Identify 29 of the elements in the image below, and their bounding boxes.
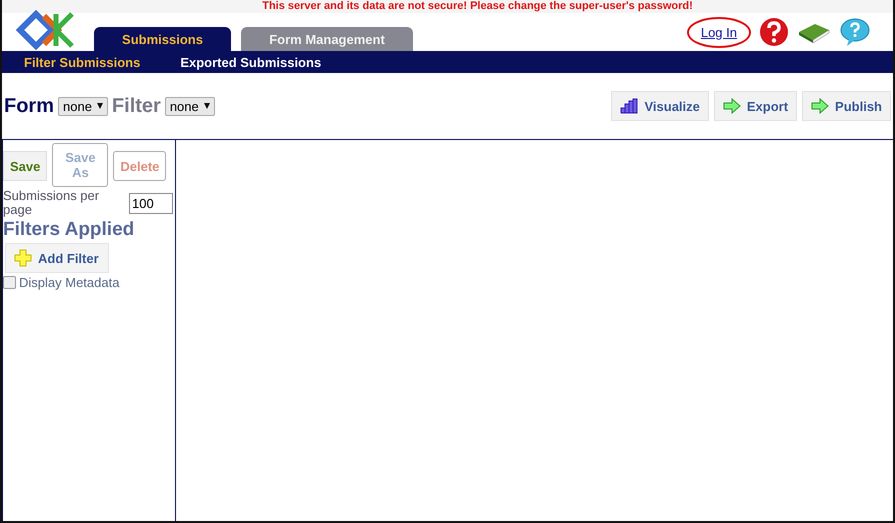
arrow-right-icon [722, 98, 741, 114]
checkbox[interactable] [3, 276, 16, 289]
speech-bubble-help-icon[interactable] [839, 17, 871, 47]
arrow-right-icon [811, 98, 830, 114]
bar-chart-icon [620, 98, 638, 114]
add-filter-button[interactable]: Add Filter [5, 243, 109, 273]
plus-icon [14, 249, 32, 267]
per-page-field[interactable]: 100 [129, 192, 173, 214]
filter-label: Filter [112, 94, 161, 118]
filters-heading: Filters Applied [3, 219, 136, 241]
action-button[interactable]: Visualize [611, 91, 709, 121]
display-metadata-label: Display Metadata [19, 275, 120, 290]
warning-message: This server and its data are not secure! Please change the super-user's password! [2, 0, 893, 13]
tab[interactable]: Submissions [94, 27, 231, 51]
per-page-label: Submissions per page [3, 189, 100, 217]
form-select[interactable]: none [58, 96, 108, 116]
log-in-link[interactable]: Log In [686, 16, 751, 48]
action-button[interactable]: Export [714, 91, 798, 121]
form-label: Form [4, 94, 54, 118]
action-button[interactable]: Publish [802, 91, 891, 121]
filter-select[interactable]: none [164, 96, 215, 116]
caret-icon [96, 103, 103, 109]
logo-icon [16, 10, 76, 50]
tab[interactable]: Form Management [241, 27, 413, 51]
help-icon[interactable] [759, 17, 789, 47]
caret-icon [204, 103, 210, 109]
subnav-link[interactable]: Exported Submissions [180, 54, 322, 70]
sidebar-button[interactable]: Save [3, 151, 48, 181]
subnav-link[interactable]: Filter Submissions [24, 54, 140, 70]
